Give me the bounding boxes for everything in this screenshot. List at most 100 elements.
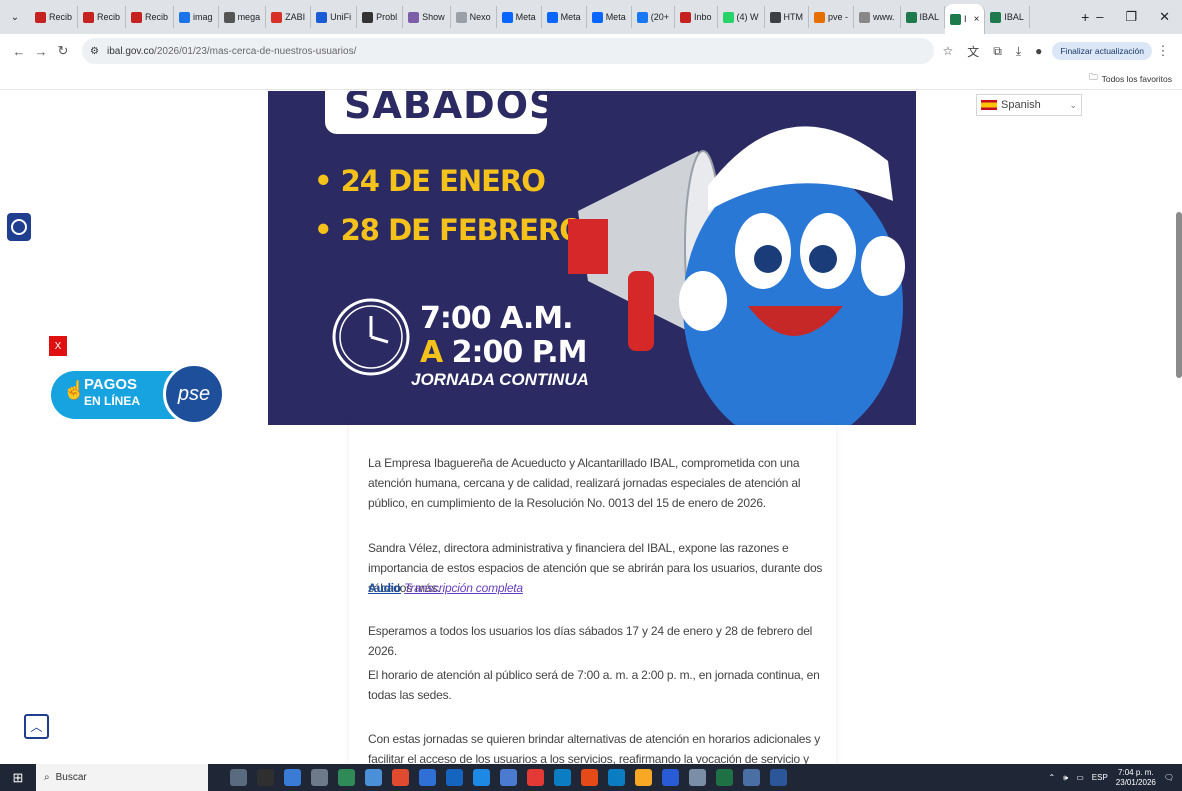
tab-favicon-icon (179, 11, 191, 23)
profile-icon[interactable]: ● (1035, 44, 1042, 58)
tab-label: Nexo (469, 12, 491, 22)
browser-tab[interactable]: Show (403, 6, 451, 28)
transcript-link[interactable]: Transcripción completa (404, 581, 523, 595)
taskbar-app-icon[interactable] (257, 769, 274, 786)
browser-tab[interactable]: Nexo (451, 6, 497, 28)
taskbar-app-icon[interactable] (473, 769, 490, 786)
taskbar-app-icon[interactable] (284, 769, 301, 786)
taskbar-app-icon[interactable] (743, 769, 760, 786)
chevron-down-icon: ⌄ (1069, 99, 1077, 110)
scroll-to-top-button[interactable]: ︿ (24, 714, 49, 739)
taskbar-clock[interactable]: 7:04 p. m. 23/01/2026 (1116, 768, 1156, 788)
taskbar-app-icon[interactable] (311, 769, 328, 786)
browser-tab[interactable]: Meta (542, 6, 587, 28)
browser-tab[interactable]: www. (854, 6, 901, 28)
taskbar-app-icon[interactable] (635, 769, 652, 786)
all-bookmarks-folder[interactable]: Todos los favoritos (1102, 74, 1172, 84)
taskbar-app-icon[interactable] (554, 769, 571, 786)
browser-tab[interactable]: Probl (357, 6, 404, 28)
taskbar-app-icon[interactable] (662, 769, 679, 786)
close-pagos-button[interactable]: X (49, 336, 67, 356)
taskbar-app-icon[interactable] (770, 769, 787, 786)
input-language[interactable]: ESP (1092, 773, 1108, 782)
browser-tab[interactable]: UniFi (311, 6, 358, 28)
search-icon: ⌕ (44, 772, 50, 783)
tab-label: Meta (605, 12, 626, 22)
reload-icon[interactable]: ↻ (52, 43, 74, 59)
taskbar-app-icon[interactable] (716, 769, 733, 786)
pse-logo: pse (163, 363, 225, 425)
tab-label: Show (422, 12, 445, 22)
browser-tab[interactable]: Recib (78, 6, 127, 28)
network-icon[interactable]: ▭ (1076, 773, 1084, 782)
tray-chevron-icon[interactable]: ⌃ (1048, 773, 1055, 782)
windows-start-icon[interactable]: ⊞ (0, 770, 36, 786)
tab-close-icon[interactable]: × (974, 14, 980, 25)
tab-favicon-icon (769, 11, 781, 23)
taskbar-app-icon[interactable] (230, 769, 247, 786)
volume-icon[interactable]: 🕪 (1063, 773, 1068, 783)
taskbar-app-icon[interactable] (581, 769, 598, 786)
notification-icon[interactable]: 🗨 (1164, 773, 1174, 782)
bookmark-star-icon[interactable]: ☆ (942, 44, 953, 58)
tab-search-dropdown[interactable]: ⌄ (0, 12, 30, 23)
banner-date-2: • 28 DE FEBRERO (314, 213, 584, 247)
water-drop-mascot (679, 126, 905, 425)
tab-label: ZABI (285, 12, 306, 22)
browser-tab[interactable]: Recib (126, 6, 175, 28)
browser-tab[interactable]: IBAL (901, 6, 946, 28)
taskbar-search-placeholder: Buscar (55, 772, 87, 783)
minimize-icon[interactable]: – (1096, 9, 1103, 25)
maximize-icon[interactable]: ❐ (1125, 9, 1137, 25)
browser-tab[interactable]: ZABI (266, 6, 312, 28)
taskbar-app-icon[interactable] (338, 769, 355, 786)
taskbar-app-icon[interactable] (446, 769, 463, 786)
close-window-icon[interactable]: ✕ (1159, 9, 1170, 25)
site-info-icon[interactable]: ⚙ (90, 46, 99, 57)
language-selector[interactable]: Spanish ⌄ (976, 94, 1082, 116)
browser-tab[interactable]: Meta (497, 6, 542, 28)
taskbar-app-icon[interactable] (527, 769, 544, 786)
browser-tab[interactable]: (20+ (632, 6, 675, 28)
browser-tab[interactable]: pve - (809, 6, 855, 28)
back-icon[interactable]: ← (8, 44, 30, 59)
browser-tabstrip: ⌄ Recib Recib Recib imag mega ZABI UniFi Probl S… (0, 0, 1182, 34)
taskbar-search[interactable]: ⌕ Buscar (36, 764, 208, 791)
tab-label: imag (193, 12, 213, 22)
update-button[interactable]: Finalizar actualización (1052, 42, 1152, 60)
translate-icon[interactable]: 文 (967, 43, 979, 60)
forward-icon[interactable]: → (30, 44, 52, 59)
browser-tab[interactable]: (4) W (718, 6, 765, 28)
taskbar-app-icon[interactable] (689, 769, 706, 786)
new-tab-button[interactable]: + (1074, 9, 1096, 25)
page-scrollbar[interactable] (1176, 212, 1182, 378)
taskbar-app-icon[interactable] (608, 769, 625, 786)
browser-tab[interactable]: mega (219, 6, 267, 28)
tab-list: Recib Recib Recib imag mega ZABI UniFi Probl Sho… (30, 0, 1074, 34)
folder-icon: 🗀 (1089, 71, 1098, 82)
taskbar-app-icon[interactable] (500, 769, 517, 786)
browser-tab[interactable]: Inbo (675, 6, 718, 28)
tab-label: IBAL (1004, 12, 1024, 22)
article-body: La Empresa Ibaguereña de Acueducto y Alc… (349, 425, 836, 764)
download-icon[interactable]: ⤓ (1016, 44, 1021, 59)
extensions-icon[interactable]: ⧉ (993, 44, 1002, 59)
taskbar-app-icon[interactable] (419, 769, 436, 786)
browser-tab[interactable]: Meta (587, 6, 632, 28)
pagos-en-linea-button[interactable]: ☝ PAGOS EN LÍNEA pse (51, 363, 225, 425)
taskbar-app-icon[interactable] (365, 769, 382, 786)
audio-link[interactable]: Audio (368, 581, 401, 595)
browser-tab[interactable]: HTM (765, 6, 809, 28)
browser-tab[interactable]: I × (945, 4, 986, 34)
taskbar-app-icon[interactable] (392, 769, 409, 786)
browser-tab[interactable]: imag (174, 6, 219, 28)
browser-tab[interactable]: IBAL (985, 6, 1030, 28)
tab-favicon-icon (271, 11, 283, 23)
browser-tab[interactable]: Recib (30, 6, 79, 28)
url-path: /2026/01/23/mas-cerca-de-nuestros-usuari… (154, 45, 357, 57)
address-bar[interactable]: ⚙ ibal.gov.co/2026/01/23/mas-cerca-de-nu… (82, 38, 935, 64)
tab-favicon-icon (636, 11, 648, 23)
menu-icon[interactable]: ⋮ (1152, 43, 1174, 59)
accessibility-button[interactable] (7, 213, 31, 241)
clock-icon (332, 298, 410, 376)
